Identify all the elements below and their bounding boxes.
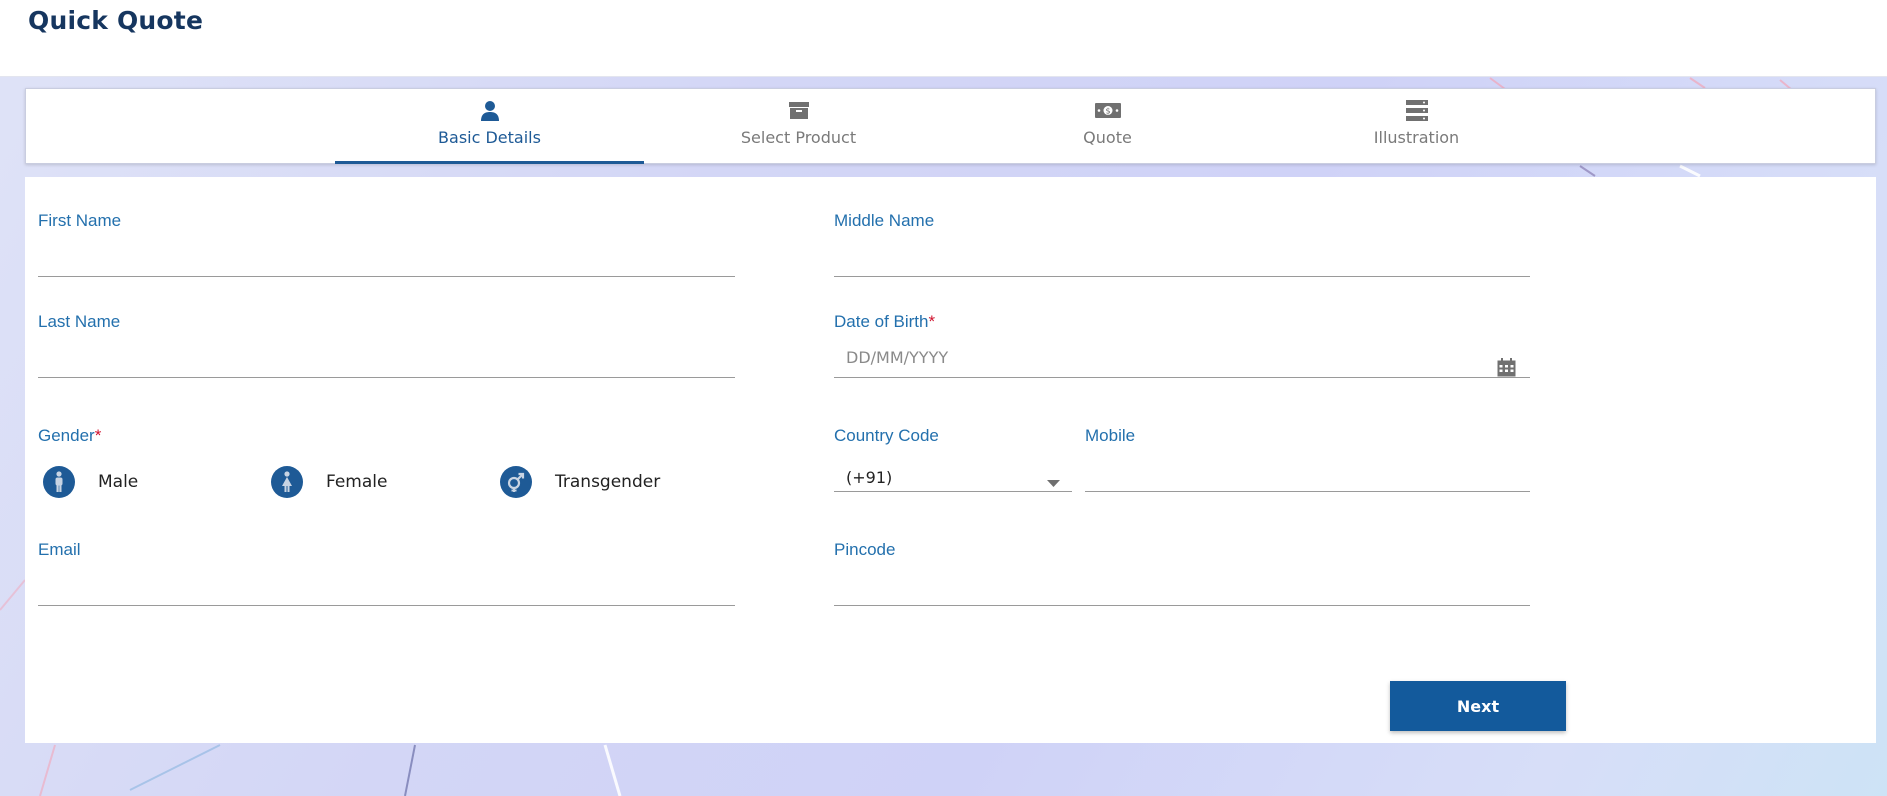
- middle-name-label: Middle Name: [834, 211, 935, 230]
- gender-option-label: Male: [98, 472, 139, 492]
- next-button[interactable]: Next: [1390, 681, 1566, 731]
- last-name-field: Last Name: [38, 312, 735, 378]
- country-code-label: Country Code: [834, 426, 939, 445]
- dob-label: Date of Birth*: [834, 312, 1530, 332]
- last-name-input[interactable]: [38, 342, 735, 374]
- required-mark: *: [928, 312, 936, 331]
- step-label: Basic Details: [438, 128, 541, 147]
- country-code-field: Country Code (+91): [834, 426, 1072, 492]
- step-basic-details[interactable]: Basic Details: [335, 89, 644, 164]
- dob-input[interactable]: [834, 340, 1484, 374]
- gender-option-female[interactable]: Female: [271, 466, 387, 498]
- gender-label: Gender*: [38, 426, 735, 446]
- pincode-input[interactable]: [834, 570, 1530, 602]
- middle-name-input[interactable]: [834, 241, 1530, 273]
- caret-down-icon[interactable]: [1047, 474, 1060, 492]
- email-underline: [38, 605, 735, 606]
- first-name-field: First Name: [38, 211, 735, 277]
- dob-underline: [834, 377, 1530, 378]
- pincode-label: Pincode: [834, 540, 896, 559]
- pincode-field: Pincode: [834, 540, 1530, 606]
- step-label: Select Product: [740, 128, 857, 147]
- email-label: Email: [38, 540, 81, 559]
- middle-name-field: Middle Name: [834, 211, 1530, 277]
- step-label: Illustration: [1373, 128, 1460, 147]
- gender-label-text: Gender: [38, 426, 95, 445]
- country-code-select[interactable]: (+91): [846, 468, 892, 487]
- transgender-icon: [500, 466, 532, 498]
- step-label: Quote: [1083, 128, 1132, 147]
- first-name-label: First Name: [38, 211, 122, 230]
- email-field: Email: [38, 540, 735, 606]
- mobile-underline: [1085, 491, 1530, 492]
- page-header: Quick Quote: [0, 0, 1887, 77]
- email-input[interactable]: [38, 570, 735, 602]
- server-stack-icon: [1405, 99, 1428, 121]
- mobile-field: Mobile: [1085, 426, 1530, 492]
- required-mark: *: [94, 426, 102, 445]
- gender-option-male[interactable]: Male: [43, 466, 138, 498]
- archive-box-icon: [788, 99, 810, 121]
- last-name-label: Last Name: [38, 312, 121, 331]
- last-name-underline: [38, 377, 735, 378]
- first-name-underline: [38, 276, 735, 277]
- male-icon: [43, 466, 75, 498]
- page-title: Quick Quote: [28, 6, 204, 35]
- dob-field: Date of Birth*: [834, 312, 1530, 378]
- gender-option-label: Transgender: [555, 472, 661, 492]
- step-illustration[interactable]: Illustration: [1262, 89, 1571, 164]
- pincode-underline: [834, 605, 1530, 606]
- calendar-icon[interactable]: [1497, 358, 1516, 382]
- basic-details-form: First Name Middle Name Last Name Date of…: [25, 177, 1876, 743]
- mobile-label: Mobile: [1085, 426, 1136, 445]
- gender-option-label: Female: [326, 472, 388, 492]
- svg-text:$: $: [1105, 106, 1110, 115]
- country-code-underline: [834, 491, 1072, 492]
- first-name-input[interactable]: [38, 241, 735, 273]
- mobile-input[interactable]: [1085, 456, 1530, 488]
- female-icon: [271, 466, 303, 498]
- gender-field: Gender* Male Female Transgender: [38, 426, 735, 502]
- money-bill-icon: $: [1094, 99, 1121, 121]
- gender-option-transgender[interactable]: Transgender: [500, 466, 660, 498]
- middle-name-underline: [834, 276, 1530, 277]
- quote-stepper: Basic Details Select Product $ Quote Ill…: [25, 88, 1876, 164]
- step-select-product[interactable]: Select Product: [644, 89, 953, 164]
- person-icon: [480, 99, 500, 121]
- dob-label-text: Date of Birth: [834, 312, 929, 331]
- step-quote[interactable]: $ Quote: [953, 89, 1262, 164]
